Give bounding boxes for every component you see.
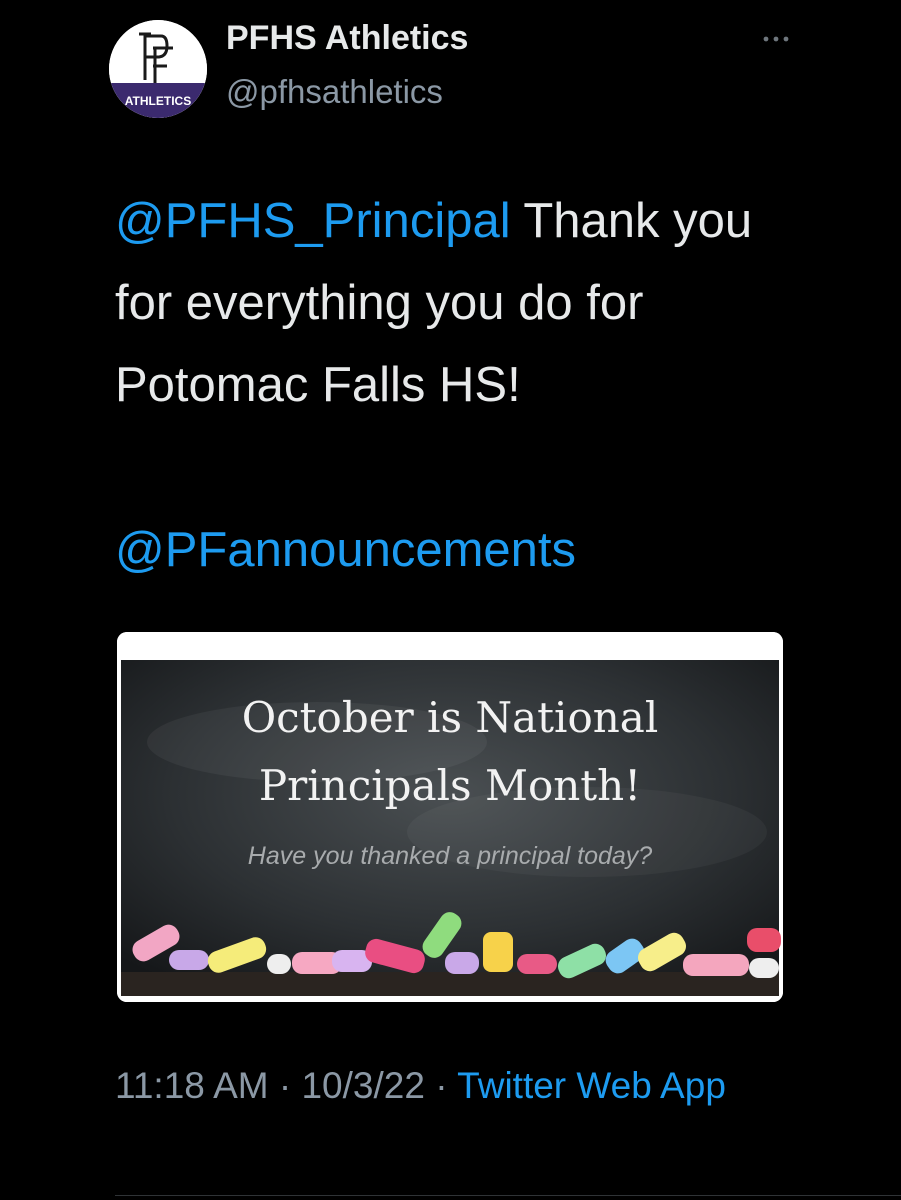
- media-subline: Have you thanked a principal today?: [248, 842, 653, 870]
- meta-separator-1: ·: [278, 1065, 292, 1106]
- meta-separator-2: ·: [435, 1065, 448, 1106]
- user-handle[interactable]: @pfhsathletics: [226, 73, 443, 111]
- media-headline-line2: Principals Month!: [259, 761, 641, 810]
- more-options-button[interactable]: [760, 24, 792, 54]
- media-headline-line1: October is National: [242, 693, 659, 742]
- tweet-text: @PFHS_Principal Thank you for everything…: [115, 180, 815, 426]
- divider: [115, 1195, 901, 1196]
- tweet-metadata: 11:18 AM · 10/3/22 · Twitter Web App: [115, 1058, 815, 1114]
- tweet-date[interactable]: 10/3/22: [301, 1065, 424, 1106]
- display-name[interactable]: PFHS Athletics: [226, 19, 468, 58]
- tweet-time[interactable]: 11:18 AM: [115, 1065, 269, 1106]
- avatar-banner-text: ATHLETICS: [125, 94, 191, 108]
- mention-link-principal[interactable]: @PFHS_Principal: [115, 194, 511, 248]
- ellipsis-icon: [763, 36, 789, 42]
- tweet-source-link[interactable]: Twitter Web App: [457, 1065, 726, 1106]
- tweet-media-image[interactable]: October is National Principals Month! Ha…: [117, 632, 783, 1002]
- avatar[interactable]: ATHLETICS: [109, 20, 207, 118]
- tweet-mention-line: @PFannouncements: [115, 509, 576, 591]
- chalkboard-image: October is National Principals Month! Ha…: [117, 632, 783, 1002]
- mention-link-announcements[interactable]: @PFannouncements: [115, 523, 576, 577]
